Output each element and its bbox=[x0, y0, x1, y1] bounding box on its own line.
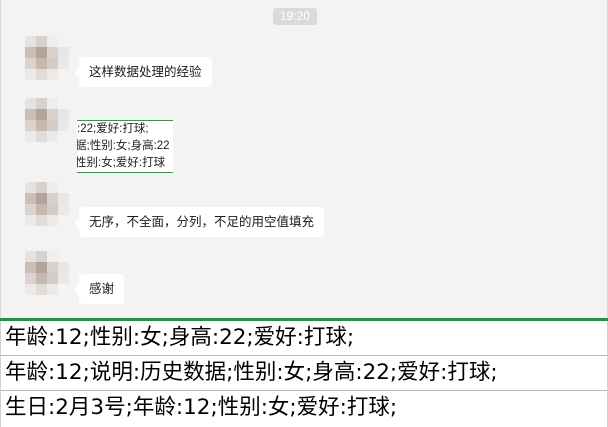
avatar[interactable] bbox=[25, 182, 69, 226]
chat-panel[interactable]: 19:20 这样数据处理的经验:22;爱好:打球; 据;性别:女;身高:22 … bbox=[0, 0, 608, 318]
data-lines-panel: 年龄:12;性别:女;身高:22;爱好:打球; 年龄:12;说明:历史数据;性别… bbox=[0, 321, 608, 427]
image-text-line: 据;性别:女;身高:22 bbox=[77, 140, 170, 152]
avatar[interactable] bbox=[25, 36, 69, 80]
data-line: 生日:2月3号;年龄:12;性别:女;爱好:打球; bbox=[5, 395, 398, 420]
avatar[interactable] bbox=[25, 251, 69, 295]
message-bubble[interactable]: 这样数据处理的经验 bbox=[74, 57, 212, 87]
image-message[interactable]: :22;爱好:打球; 据;性别:女;身高:22 性别:女;爱好:打球 bbox=[77, 120, 173, 173]
message-text: 感谢 bbox=[89, 282, 115, 296]
data-line: 年龄:12;说明:历史数据;性别:女;身高:22;爱好:打球; bbox=[1, 356, 607, 391]
image-text-line: 性别:女;爱好:打球 bbox=[77, 157, 166, 169]
message-text: 这样数据处理的经验 bbox=[89, 65, 202, 79]
avatar[interactable] bbox=[25, 98, 69, 142]
message-text: 无序，不全面，分列，不足的用空值填充 bbox=[89, 215, 315, 229]
message-bubble[interactable]: 无序，不全面，分列，不足的用空值填充 bbox=[73, 207, 325, 237]
message-bubble[interactable]: 感谢 bbox=[73, 274, 125, 304]
data-line: 年龄:12;性别:女;身高:22;爱好:打球; bbox=[1, 321, 607, 356]
wechat-screenshot: 19:20 这样数据处理的经验:22;爱好:打球; 据;性别:女;身高:22 … bbox=[0, 0, 608, 427]
message-timestamp: 19:20 bbox=[273, 8, 317, 25]
image-text-line: :22;爱好:打球; bbox=[77, 123, 149, 135]
